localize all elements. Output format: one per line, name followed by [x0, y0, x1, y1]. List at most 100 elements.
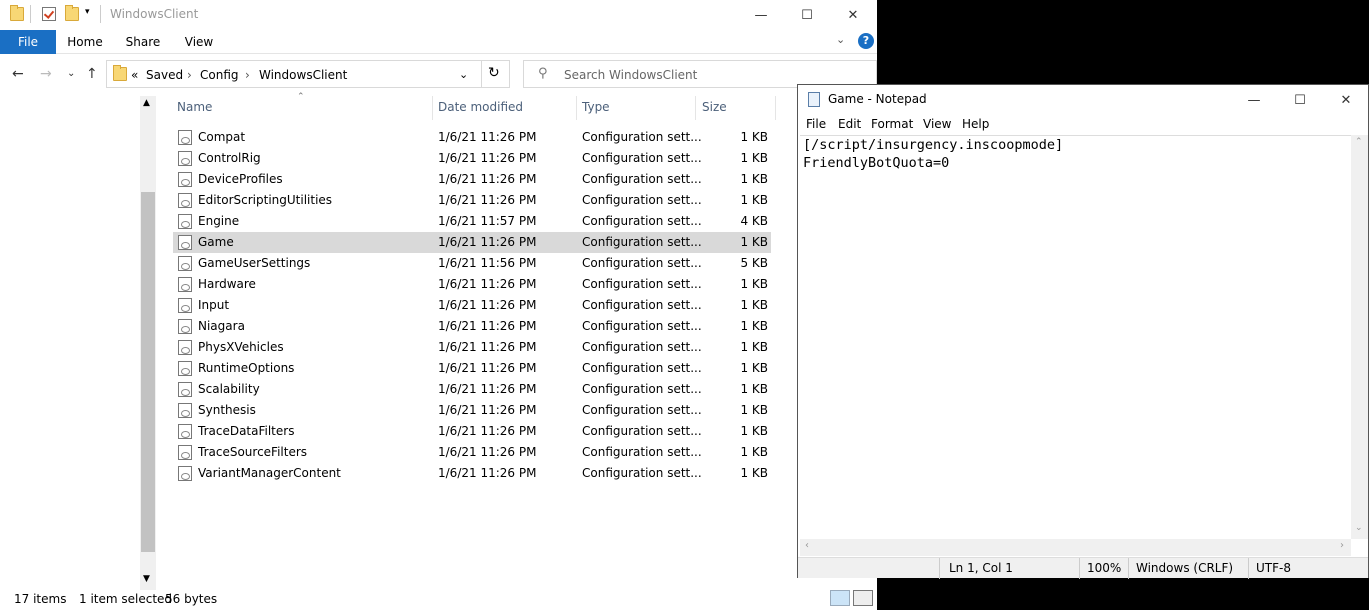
scrollbar-thumb[interactable] — [141, 192, 155, 552]
close-button[interactable]: ✕ — [830, 0, 876, 30]
file-date: 1/6/21 11:26 PM — [438, 235, 537, 249]
file-size: 4 KB — [740, 214, 768, 228]
table-row[interactable]: Input 1/6/21 11:26 PM Configuration sett..… — [173, 295, 771, 316]
table-row[interactable]: RuntimeOptions 1/6/21 11:26 PM Configurati… — [173, 358, 771, 379]
file-type: Configuration sett... — [582, 151, 702, 165]
table-row[interactable]: VariantManagerContent 1/6/21 11:26 PM Conf… — [173, 463, 771, 484]
text-line: [/script/insurgency.inscoopmode] — [803, 137, 1064, 153]
table-row[interactable]: DeviceProfiles 1/6/21 11:26 PM Configurati… — [173, 169, 771, 190]
minimize-button[interactable]: — — [738, 0, 784, 30]
file-size: 1 KB — [740, 445, 768, 459]
table-row[interactable]: Niagara 1/6/21 11:26 PM Configuration sett… — [173, 316, 771, 337]
table-row[interactable]: TraceDataFilters 1/6/21 11:26 PM Configura… — [173, 421, 771, 442]
forward-button[interactable]: → — [40, 66, 52, 82]
details-view-icon[interactable] — [830, 590, 850, 606]
maximize-button[interactable]: ☐ — [1277, 85, 1323, 115]
folder-icon — [113, 65, 127, 81]
chevron-right-icon[interactable]: › — [187, 68, 192, 82]
cursor-position: Ln 1, Col 1 — [949, 561, 1013, 575]
refresh-icon[interactable]: ↻ — [488, 65, 500, 81]
navigation-pane-scrollbar[interactable]: ▲ ▼ — [140, 96, 156, 590]
properties-icon[interactable] — [42, 7, 56, 21]
menu-file[interactable]: File — [806, 117, 826, 131]
large-icons-view-icon[interactable] — [853, 590, 873, 606]
address-bar[interactable]: « Saved › Config › WindowsClient ⌄ ↻ — [106, 60, 510, 88]
table-row[interactable]: GameUserSettings 1/6/21 11:56 PM Configura… — [173, 253, 771, 274]
menu-view[interactable]: View — [923, 117, 951, 131]
tab-share[interactable]: Share — [118, 30, 168, 54]
file-date: 1/6/21 11:26 PM — [438, 403, 537, 417]
column-header-name[interactable]: Name — [177, 100, 212, 114]
tab-view[interactable]: View — [176, 30, 222, 54]
up-button[interactable]: ↑ — [86, 66, 98, 82]
menu-format[interactable]: Format — [871, 117, 913, 131]
horizontal-scrollbar[interactable]: ‹ › — [800, 539, 1351, 556]
window-title: WindowsClient — [110, 7, 199, 21]
overflow-icon[interactable]: « — [131, 68, 138, 82]
chevron-down-icon[interactable]: ⌄ — [459, 68, 468, 81]
scroll-left-icon[interactable]: ‹ — [805, 540, 809, 551]
help-icon[interactable]: ? — [858, 33, 874, 49]
chevron-right-icon[interactable]: › — [245, 68, 250, 82]
table-row[interactable]: PhysXVehicles 1/6/21 11:26 PM Configuratio… — [173, 337, 771, 358]
scroll-down-icon[interactable]: ⌄ — [1355, 523, 1363, 533]
config-file-icon — [178, 340, 192, 355]
file-type: Configuration sett... — [582, 424, 702, 438]
folder-icon — [10, 5, 24, 21]
file-name: ControlRig — [198, 151, 261, 165]
table-row[interactable]: TraceSourceFilters 1/6/21 11:26 PM Configu… — [173, 442, 771, 463]
table-row[interactable]: Synthesis 1/6/21 11:26 PM Configuration se… — [173, 400, 771, 421]
text-editor[interactable]: [/script/insurgency.inscoopmode] Friendly… — [800, 135, 1351, 539]
recent-locations-icon[interactable]: ⌄ — [67, 68, 75, 79]
column-divider[interactable] — [695, 96, 696, 120]
menu-help[interactable]: Help — [962, 117, 989, 131]
file-type: Configuration sett... — [582, 382, 702, 396]
table-row[interactable]: ControlRig 1/6/21 11:26 PM Configuration s… — [173, 148, 771, 169]
file-name: TraceSourceFilters — [198, 445, 308, 459]
file-date: 1/6/21 11:57 PM — [438, 214, 537, 228]
column-divider[interactable] — [432, 96, 433, 120]
minimize-button[interactable]: — — [1231, 85, 1277, 115]
scroll-up-icon[interactable]: ⌃ — [1355, 137, 1363, 147]
file-explorer-window: ▾ WindowsClient — ☐ ✕ File Home Share Vi… — [0, 0, 877, 610]
scroll-down-icon[interactable]: ▼ — [143, 574, 150, 584]
maximize-button[interactable]: ☐ — [784, 0, 830, 30]
scroll-up-icon[interactable]: ▲ — [143, 98, 150, 108]
column-header-date[interactable]: Date modified — [438, 100, 523, 114]
breadcrumb-saved[interactable]: Saved — [146, 68, 183, 82]
table-row[interactable]: Hardware 1/6/21 11:26 PM Configuration set… — [173, 274, 771, 295]
divider — [100, 5, 101, 23]
breadcrumb-config[interactable]: Config — [200, 68, 239, 82]
search-input[interactable]: Search WindowsClient — [564, 68, 697, 82]
table-row[interactable]: EditorScriptingUtilities 1/6/21 11:26 PM C… — [173, 190, 771, 211]
column-divider[interactable] — [576, 96, 577, 120]
tab-home[interactable]: Home — [60, 30, 110, 54]
file-name: Niagara — [198, 319, 245, 333]
file-date: 1/6/21 11:26 PM — [438, 151, 537, 165]
item-count: 17 items — [14, 592, 67, 606]
file-date: 1/6/21 11:26 PM — [438, 172, 537, 186]
tab-file[interactable]: File — [0, 30, 56, 54]
divider — [1128, 558, 1129, 579]
expand-ribbon-icon[interactable]: ⌄ — [836, 33, 845, 46]
close-button[interactable]: ✕ — [1323, 85, 1369, 115]
column-header-type[interactable]: Type — [582, 100, 610, 114]
notepad-icon — [808, 92, 820, 107]
table-row-selected[interactable]: Game 1/6/21 11:26 PM Configuration sett...… — [173, 232, 771, 253]
file-type: Configuration sett... — [582, 277, 702, 291]
file-type: Configuration sett... — [582, 130, 702, 144]
divider — [1079, 558, 1080, 579]
table-row[interactable]: Compat 1/6/21 11:26 PM Configuration sett.… — [173, 127, 771, 148]
column-divider[interactable] — [775, 96, 776, 120]
explorer-titlebar: ▾ WindowsClient — ☐ ✕ — [0, 0, 877, 30]
table-row[interactable]: Engine 1/6/21 11:57 PM Configuration sett.… — [173, 211, 771, 232]
menu-edit[interactable]: Edit — [838, 117, 861, 131]
vertical-scrollbar[interactable]: ⌃ ⌄ — [1351, 135, 1368, 539]
new-folder-icon[interactable] — [65, 5, 79, 21]
table-row[interactable]: Scalability 1/6/21 11:26 PM Configuration … — [173, 379, 771, 400]
customize-toolbar-icon[interactable]: ▾ — [85, 7, 90, 17]
column-header-size[interactable]: Size — [702, 100, 727, 114]
scroll-right-icon[interactable]: › — [1340, 540, 1344, 551]
breadcrumb-windowsclient[interactable]: WindowsClient — [259, 68, 347, 82]
back-button[interactable]: ← — [12, 66, 24, 82]
